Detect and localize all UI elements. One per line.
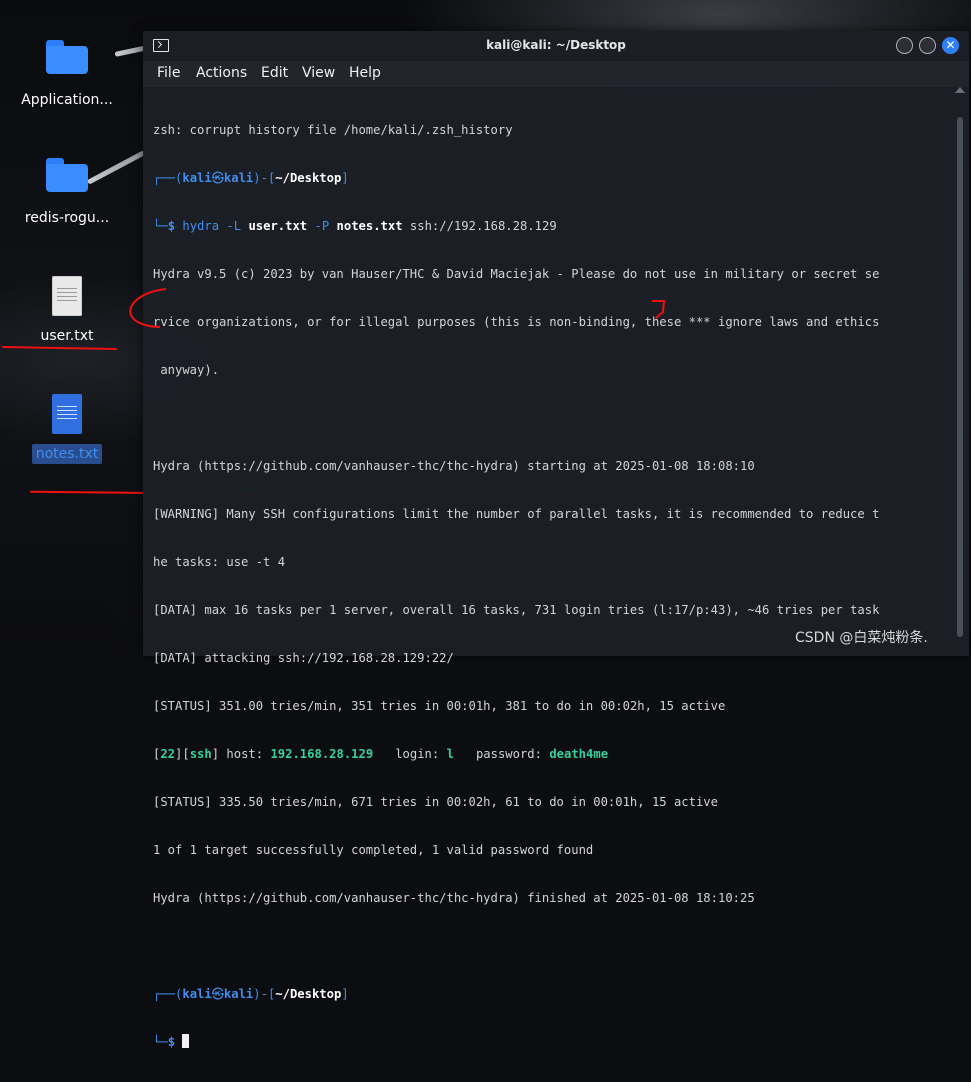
- prompt-frame: )-[: [253, 987, 276, 1001]
- annotation-hook: [652, 300, 666, 319]
- found-service: ssh: [189, 747, 212, 761]
- prompt-at-symbol: ㉿: [211, 987, 224, 1001]
- found-password: death4me: [549, 747, 609, 761]
- terminal-line: 1 of 1 target successfully completed, 1 …: [153, 843, 594, 857]
- found-credentials-line: [22][ssh] host: 192.168.28.129 login: l …: [153, 747, 609, 761]
- found-password-label: password:: [475, 747, 542, 761]
- found-port: 22: [160, 747, 176, 761]
- terminal-line: [STATUS] 335.50 tries/min, 671 tries in …: [153, 795, 718, 809]
- command-line[interactable]: └─$: [153, 1034, 953, 1050]
- found-host: 192.168.28.129: [270, 747, 374, 761]
- prompt-user: kali: [182, 987, 212, 1001]
- terminal-line: Hydra (https://github.com/vanhauser-thc/…: [153, 891, 755, 905]
- watermark: CSDN @白菜炖粉条.: [795, 630, 928, 646]
- prompt-frame: ]: [341, 987, 349, 1001]
- prompt-dollar: $: [167, 1035, 176, 1049]
- text-cursor: [182, 1034, 190, 1048]
- found-login: l: [446, 747, 454, 761]
- found-login-label: login:: [395, 747, 440, 761]
- terminal-line: [STATUS] 351.00 tries/min, 351 tries in …: [153, 699, 726, 713]
- found-host-label: host:: [226, 747, 264, 761]
- prompt-line: ┌──(kali㉿kali)-[~/Desktop]: [153, 986, 953, 1002]
- prompt-frame: ┌──(: [153, 987, 183, 1001]
- prompt-path: ~/Desktop: [275, 987, 342, 1001]
- prompt-arrow: └─: [153, 1035, 168, 1049]
- red-annotation-layer: [129, 288, 666, 328]
- annotation-bracket: [129, 288, 167, 328]
- prompt-host: kali: [223, 987, 254, 1001]
